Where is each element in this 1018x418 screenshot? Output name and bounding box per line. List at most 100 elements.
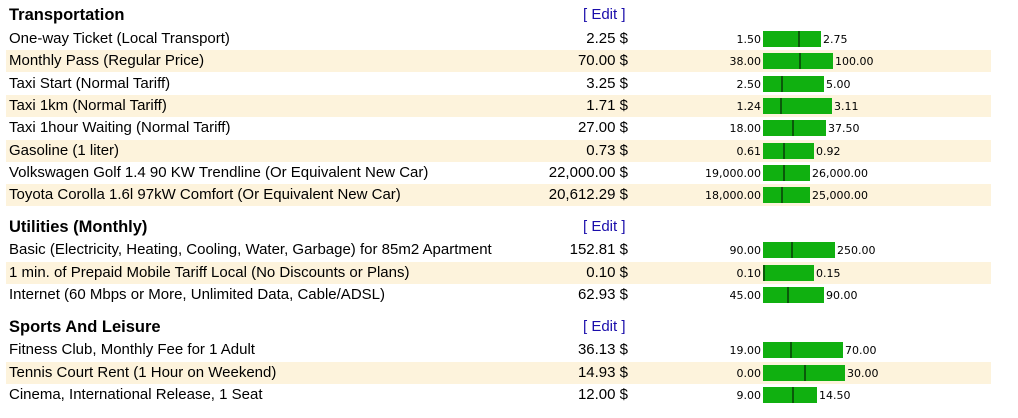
price-range-bar <box>763 387 817 403</box>
range-max-value: 25,000.00 <box>812 189 868 202</box>
price-marker <box>804 365 806 381</box>
range-min-value: 0.10 <box>736 267 762 280</box>
price-range-bar <box>763 98 832 114</box>
range-min-value: 18,000.00 <box>705 189 761 202</box>
table-row: Toyota Corolla 1.6l 97kW Comfort (Or Equ… <box>6 184 991 206</box>
item-price: 2.25 $ <box>586 30 628 47</box>
item-price: 0.10 $ <box>586 264 628 281</box>
range-min-value: 90.00 <box>729 244 762 257</box>
item-price: 27.00 $ <box>577 119 628 136</box>
range-max-value: 100.00 <box>835 55 874 68</box>
table-row: Internet (60 Mbps or More, Unlimited Dat… <box>6 284 991 306</box>
range-min-value: 1.50 <box>736 33 762 46</box>
item-price: 0.73 $ <box>586 142 628 159</box>
table-row: Taxi 1km (Normal Tariff) 1.71 $ 1.24 3.11 <box>6 95 991 117</box>
item-price: 62.93 $ <box>577 286 628 303</box>
range-min-value: 45.00 <box>729 289 762 302</box>
edit-link[interactable]: [ Edit ] <box>583 6 626 23</box>
section-header-sports-and-leisure: Sports And Leisure [ Edit ] <box>0 316 1000 338</box>
price-marker <box>787 287 789 303</box>
range-max-value: 90.00 <box>826 289 858 302</box>
item-label: Internet (60 Mbps or More, Unlimited Dat… <box>9 286 385 303</box>
table-row: Taxi Start (Normal Tariff) 3.25 $ 2.50 5.00 <box>6 73 991 95</box>
item-label: Basic (Electricity, Heating, Cooling, Wa… <box>9 241 492 258</box>
range-max-value: 250.00 <box>837 244 876 257</box>
range-min-value: 19,000.00 <box>705 167 761 180</box>
price-marker <box>783 165 785 181</box>
price-range-bar <box>763 53 833 69</box>
item-label: Monthly Pass (Regular Price) <box>9 52 205 69</box>
price-range-bar <box>763 265 814 281</box>
range-max-value: 0.92 <box>816 145 841 158</box>
range-max-value: 2.75 <box>823 33 848 46</box>
item-label: Gasoline (1 liter) <box>9 142 120 159</box>
range-max-value: 0.15 <box>816 267 841 280</box>
price-marker <box>790 342 792 358</box>
table-row: One-way Ticket (Local Transport) 2.25 $ 1.… <box>6 28 991 50</box>
price-range-bar <box>763 76 824 92</box>
range-max-value: 30.00 <box>847 367 879 380</box>
table-row: Taxi 1hour Waiting (Normal Tariff) 27.00 … <box>6 117 991 139</box>
price-marker <box>799 53 801 69</box>
price-range-bar <box>763 287 824 303</box>
item-label: One-way Ticket (Local Transport) <box>9 30 230 47</box>
range-min-value: 0.00 <box>736 367 762 380</box>
item-price: 1.71 $ <box>586 97 628 114</box>
section-header-transportation: Transportation [ Edit ] <box>0 4 1000 26</box>
range-min-value: 1.24 <box>736 100 762 113</box>
price-range-bar <box>763 143 814 159</box>
item-label: Tennis Court Rent (1 Hour on Weekend) <box>9 364 277 381</box>
price-marker <box>792 387 794 403</box>
item-label: Toyota Corolla 1.6l 97kW Comfort (Or Equ… <box>9 186 401 203</box>
item-price: 12.00 $ <box>577 386 628 403</box>
price-marker <box>781 76 783 92</box>
range-min-value: 2.50 <box>736 78 762 91</box>
table-row: Cinema, International Release, 1 Seat 12.… <box>6 384 991 406</box>
item-label: Taxi Start (Normal Tariff) <box>9 75 171 92</box>
range-max-value: 70.00 <box>845 344 877 357</box>
section-title: Transportation <box>9 6 125 24</box>
range-max-value: 37.50 <box>828 122 860 135</box>
item-price: 36.13 $ <box>577 341 628 358</box>
price-range-bar <box>763 342 843 358</box>
price-marker <box>763 265 765 281</box>
price-range-bar <box>763 242 835 258</box>
range-max-value: 5.00 <box>826 78 851 91</box>
price-range-bar <box>763 31 821 47</box>
table-row: Basic (Electricity, Heating, Cooling, Wa… <box>6 239 991 261</box>
range-min-value: 0.61 <box>736 145 762 158</box>
price-range-bar <box>763 187 810 203</box>
price-marker <box>792 120 794 136</box>
cost-of-living-table: Transportation [ Edit ] One-way Ticket (… <box>0 0 1018 418</box>
price-marker <box>781 187 783 203</box>
section-title: Sports And Leisure <box>9 318 161 336</box>
table-row: 1 min. of Prepaid Mobile Tariff Local (N… <box>6 262 991 284</box>
range-min-value: 38.00 <box>729 55 762 68</box>
edit-link[interactable]: [ Edit ] <box>583 218 626 235</box>
price-marker <box>798 31 800 47</box>
item-price: 14.93 $ <box>577 364 628 381</box>
edit-link[interactable]: [ Edit ] <box>583 318 626 335</box>
section-header-utilities: Utilities (Monthly) [ Edit ] <box>0 216 1000 238</box>
price-marker <box>791 242 793 258</box>
item-label: Taxi 1hour Waiting (Normal Tariff) <box>9 119 231 136</box>
item-label: Fitness Club, Monthly Fee for 1 Adult <box>9 341 255 358</box>
item-price: 70.00 $ <box>577 52 628 69</box>
range-min-value: 18.00 <box>729 122 762 135</box>
range-max-value: 14.50 <box>819 389 851 402</box>
price-range-bar <box>763 120 826 136</box>
section-title: Utilities (Monthly) <box>9 218 148 236</box>
table-row: Monthly Pass (Regular Price) 70.00 $ 38.00… <box>6 50 991 72</box>
table-row: Tennis Court Rent (1 Hour on Weekend) 14.… <box>6 362 991 384</box>
table-row: Fitness Club, Monthly Fee for 1 Adult 36.… <box>6 339 991 361</box>
price-range-bar <box>763 165 810 181</box>
item-price: 20,612.29 $ <box>548 186 628 203</box>
table-row: Gasoline (1 liter) 0.73 $ 0.61 0.92 <box>6 140 991 162</box>
range-min-value: 9.00 <box>736 389 762 402</box>
table-row: Volkswagen Golf 1.4 90 KW Trendline (Or … <box>6 162 991 184</box>
item-price: 152.81 $ <box>569 241 628 258</box>
price-marker <box>780 98 782 114</box>
item-label: Taxi 1km (Normal Tariff) <box>9 97 167 114</box>
range-min-value: 19.00 <box>729 344 762 357</box>
price-marker <box>783 143 785 159</box>
